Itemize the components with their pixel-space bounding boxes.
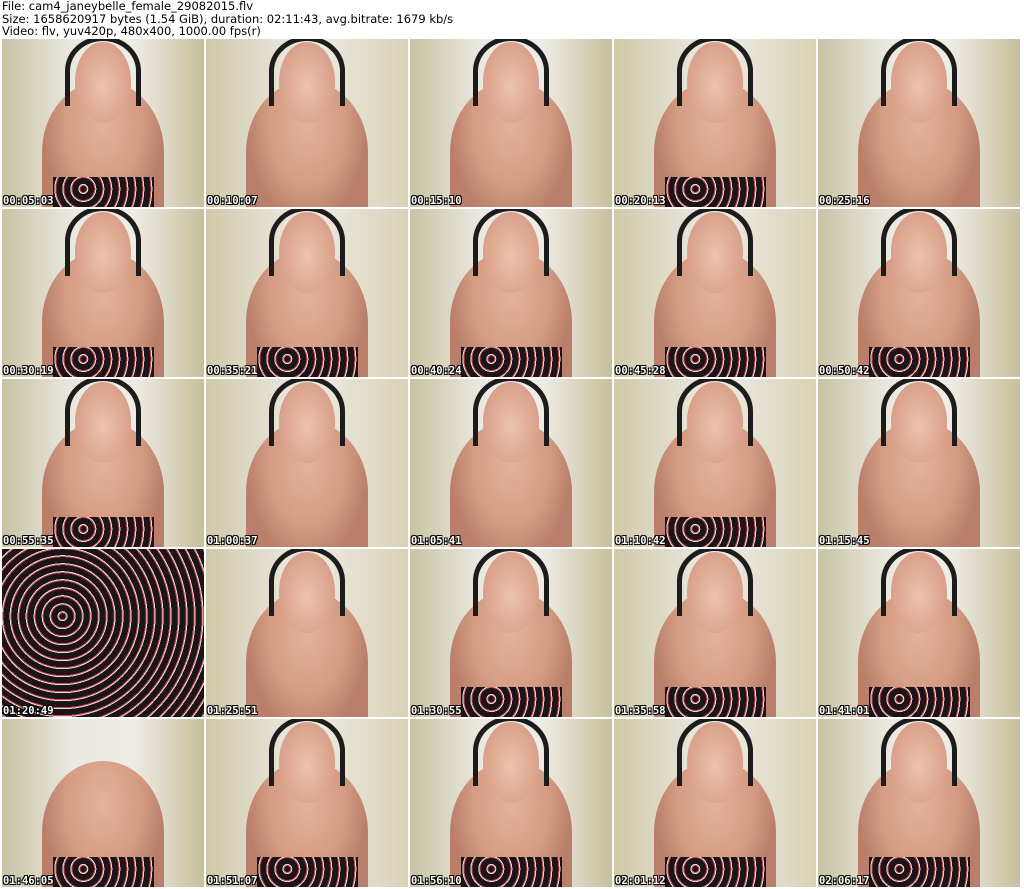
timestamp: 01:20:49: [3, 705, 54, 717]
thumbnail: 00:20:13: [614, 39, 816, 207]
timestamp: 01:15:45: [819, 535, 870, 547]
thumbnail: 00:15:10: [410, 39, 612, 207]
thumbnail: 01:05:41: [410, 379, 612, 547]
timestamp: 01:10:42: [615, 535, 666, 547]
thumbnail: 01:51:07: [206, 719, 408, 887]
thumbnail: 01:46:05: [2, 719, 204, 887]
timestamp: 01:41:01: [819, 705, 870, 717]
thumbnail: 02:06:17: [818, 719, 1020, 887]
timestamp: 02:06:17: [819, 875, 870, 887]
timestamp: 02:01:12: [615, 875, 666, 887]
timestamp: 01:35:58: [615, 705, 666, 717]
timestamp: 00:50:42: [819, 365, 870, 377]
file-name-line: File: cam4_janeybelle_female_29082015.fl…: [2, 0, 254, 13]
thumbnail: 01:20:49: [2, 549, 204, 717]
timestamp: 00:25:16: [819, 195, 870, 207]
timestamp: 01:25:51: [207, 705, 258, 717]
timestamp: 01:56:10: [411, 875, 462, 887]
thumbnail: 00:55:35: [2, 379, 204, 547]
thumbnail: 01:35:58: [614, 549, 816, 717]
timestamp: 01:00:37: [207, 535, 258, 547]
thumbnail: 01:15:45: [818, 379, 1020, 547]
thumbnail: 00:50:42: [818, 209, 1020, 377]
timestamp: 00:35:21: [207, 365, 258, 377]
timestamp: 00:30:19: [3, 365, 54, 377]
timestamp: 00:20:13: [615, 195, 666, 207]
thumbnail: 01:00:37: [206, 379, 408, 547]
thumbnail: 00:40:24: [410, 209, 612, 377]
thumbnail: 00:25:16: [818, 39, 1020, 207]
timestamp: 00:10:07: [207, 195, 258, 207]
thumbnail: 00:10:07: [206, 39, 408, 207]
thumbnail: 01:25:51: [206, 549, 408, 717]
timestamp: 01:46:05: [3, 875, 54, 887]
thumbnail: 01:10:42: [614, 379, 816, 547]
timestamp: 00:55:35: [3, 535, 54, 547]
video-info-line: Video: flv, yuv420p, 480x400, 1000.00 fp…: [2, 24, 261, 38]
file-info-header: File: cam4_janeybelle_female_29082015.fl…: [0, 0, 1024, 38]
thumbnail-grid: 00:05:03 00:10:07 00:15:10 00:20:13 00:2…: [2, 39, 1020, 887]
thumbnail: 01:30:55: [410, 549, 612, 717]
timestamp: 01:30:55: [411, 705, 462, 717]
thumbnail: 00:35:21: [206, 209, 408, 377]
timestamp: 00:40:24: [411, 365, 462, 377]
timestamp: 00:15:10: [411, 195, 462, 207]
thumbnail: 00:05:03: [2, 39, 204, 207]
thumbnail: 01:56:10: [410, 719, 612, 887]
thumbnail: 00:45:28: [614, 209, 816, 377]
timestamp: 00:05:03: [3, 195, 54, 207]
timestamp: 01:05:41: [411, 535, 462, 547]
timestamp: 00:45:28: [615, 365, 666, 377]
thumbnail: 00:30:19: [2, 209, 204, 377]
timestamp: 01:51:07: [207, 875, 258, 887]
thumbnail: 02:01:12: [614, 719, 816, 887]
thumbnail: 01:41:01: [818, 549, 1020, 717]
